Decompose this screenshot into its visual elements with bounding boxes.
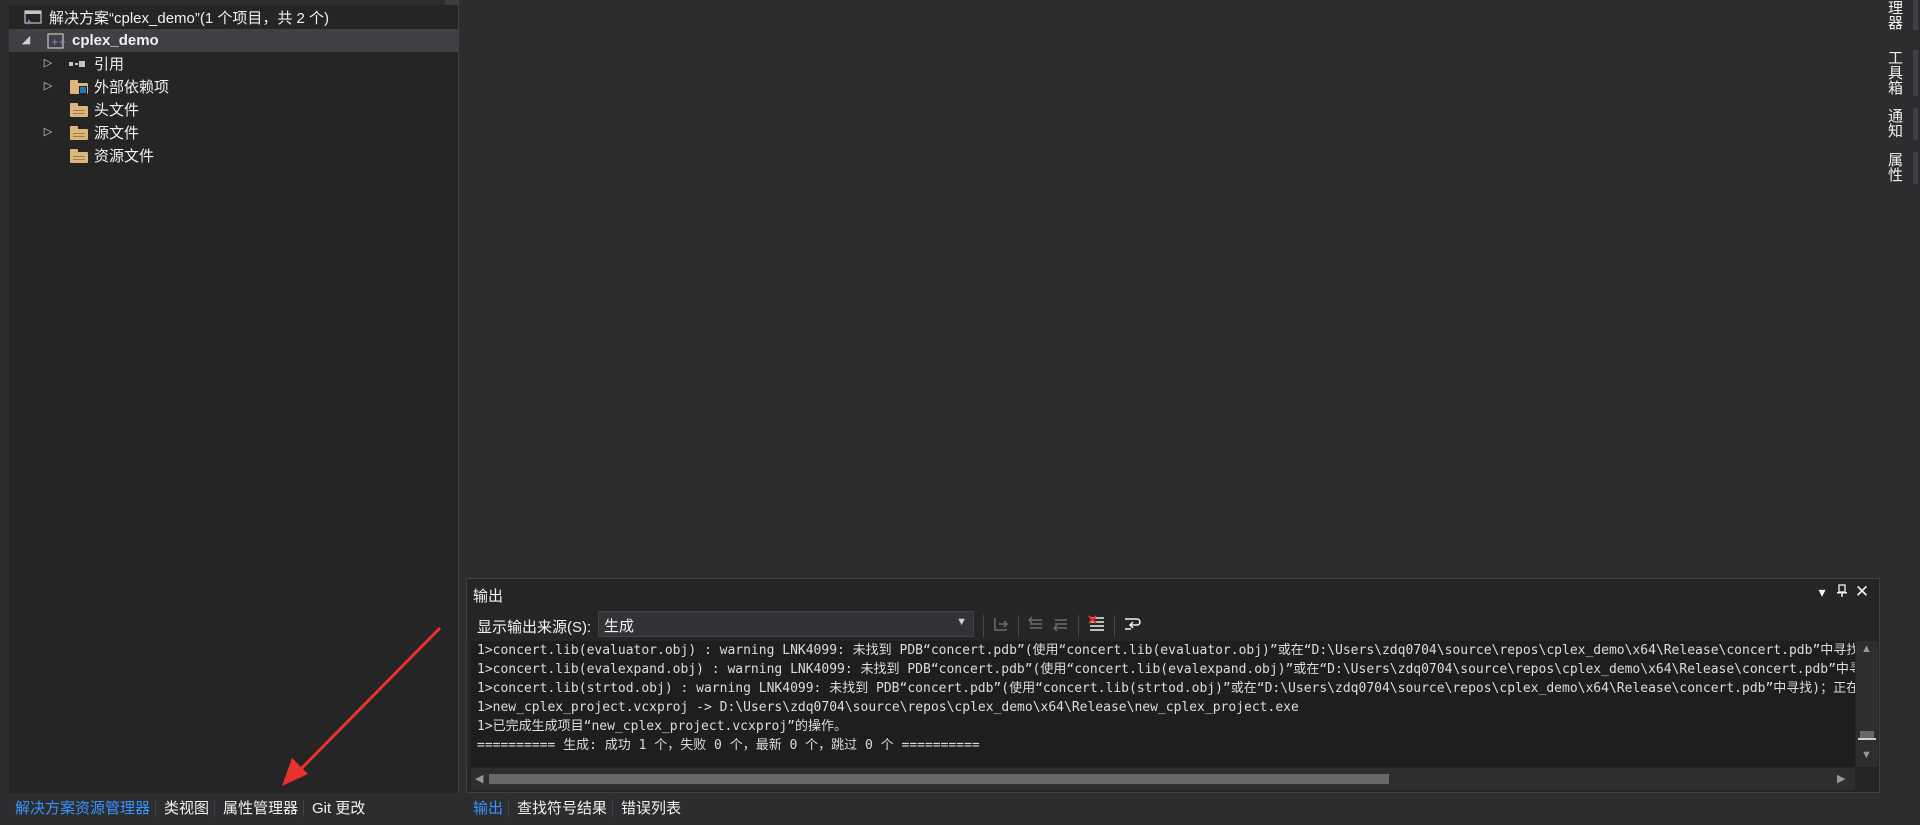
output-title: 输出 bbox=[473, 588, 504, 605]
folder-icon bbox=[70, 103, 88, 117]
tab-git-changes[interactable]: Git 更改 bbox=[312, 797, 365, 818]
cpp-project-icon: ++ bbox=[47, 33, 65, 49]
references-label: 引用 bbox=[94, 56, 125, 73]
solution-icon bbox=[24, 10, 42, 25]
output-panel: 输出 ▾ ✕ 显示输出来源(S): 生成 ▼ 1>concert.lib(eva… bbox=[466, 578, 1880, 793]
editor-empty-area bbox=[460, 0, 1880, 578]
annotation-arrow bbox=[282, 626, 442, 786]
output-horizontal-scrollbar[interactable]: ◀ ▶ bbox=[471, 768, 1855, 790]
tab-error-list[interactable]: 错误列表 bbox=[621, 797, 681, 818]
scroll-right-icon[interactable]: ▶ bbox=[1837, 772, 1845, 785]
references-icon bbox=[69, 61, 85, 67]
tab-divider bbox=[303, 799, 304, 817]
tab-divider bbox=[155, 799, 156, 817]
output-source-value: 生成 bbox=[604, 618, 635, 635]
expand-arrow-icon[interactable]: ▷ bbox=[41, 125, 55, 139]
next-message-icon[interactable] bbox=[1051, 614, 1071, 634]
output-title-bar: 输出 ▾ ✕ bbox=[467, 579, 1879, 609]
output-line: 1>concert.lib(evalexpand.obj) : warning … bbox=[477, 662, 1855, 677]
folder-icon bbox=[70, 126, 88, 140]
toolbar-separator bbox=[1018, 615, 1019, 637]
svg-text:++: ++ bbox=[51, 38, 65, 48]
vtab-marker bbox=[1913, 108, 1918, 140]
collapse-arrow-icon[interactable]: ◢ bbox=[19, 33, 33, 47]
tab-divider bbox=[214, 799, 215, 817]
tree-item-resource-files[interactable]: 资源文件 bbox=[9, 144, 459, 167]
output-source-select[interactable]: 生成 ▼ bbox=[598, 611, 974, 637]
output-text-area[interactable]: 1>concert.lib(evaluator.obj) : warning L… bbox=[471, 641, 1855, 767]
vtab-explorer[interactable]: 资源管理器 bbox=[1884, 0, 1904, 35]
vtab-marker bbox=[1913, 152, 1918, 184]
output-line: 1>concert.lib(evaluator.obj) : warning L… bbox=[477, 643, 1855, 658]
scroll-thumb[interactable] bbox=[489, 774, 1389, 784]
toolbar-separator bbox=[1078, 615, 1079, 637]
scroll-left-icon[interactable]: ◀ bbox=[475, 772, 483, 785]
dropdown-menu-icon[interactable]: ▾ bbox=[1813, 584, 1831, 601]
tab-divider bbox=[508, 799, 509, 817]
solution-label: 解决方案“cplex_demo”(1 个项目，共 2 个) bbox=[49, 10, 330, 27]
tree-item-source-files[interactable]: ▷ 源文件 bbox=[9, 121, 459, 144]
external-deps-label: 外部依赖项 bbox=[94, 79, 170, 96]
expand-arrow-icon[interactable]: ▷ bbox=[41, 56, 55, 70]
pin-icon[interactable] bbox=[1833, 584, 1851, 601]
tab-find-symbol-results[interactable]: 查找符号结果 bbox=[517, 797, 607, 818]
toolbar-separator bbox=[1114, 615, 1115, 637]
tab-output[interactable]: 输出 bbox=[473, 797, 503, 818]
tab-divider bbox=[612, 799, 613, 817]
tab-property-manager[interactable]: 属性管理器 bbox=[223, 797, 298, 818]
expand-arrow-icon[interactable]: ▷ bbox=[41, 79, 55, 93]
scroll-position-marker bbox=[1858, 738, 1876, 740]
tree-item-references[interactable]: ▷ 引用 bbox=[9, 52, 459, 75]
vtab-properties[interactable]: 属性 bbox=[1884, 152, 1904, 184]
output-line: ========== 生成: 成功 1 个，失败 0 个，最新 0 个，跳过 0… bbox=[477, 738, 980, 753]
show-output-from-label: 显示输出来源(S): bbox=[477, 619, 592, 636]
tree-item-header-files[interactable]: 头文件 bbox=[9, 98, 459, 121]
left-edge-strip bbox=[0, 0, 9, 825]
close-icon[interactable]: ✕ bbox=[1853, 582, 1871, 602]
chevron-down-icon: ▼ bbox=[956, 616, 967, 628]
tree-item-project[interactable]: ◢ ++ cplex_demo bbox=[9, 29, 459, 52]
resource-files-label: 资源文件 bbox=[94, 148, 155, 165]
folder-icon bbox=[70, 149, 88, 163]
vtab-marker bbox=[1913, 50, 1918, 96]
toolbar-separator bbox=[983, 615, 984, 637]
header-files-label: 头文件 bbox=[94, 102, 140, 119]
tab-class-view[interactable]: 类视图 bbox=[164, 797, 209, 818]
source-files-label: 源文件 bbox=[94, 125, 140, 142]
vtab-marker bbox=[1913, 0, 1918, 30]
tab-solution-explorer[interactable]: 解决方案资源管理器 bbox=[15, 797, 150, 818]
vtab-notifications[interactable]: 通知 bbox=[1884, 108, 1904, 140]
external-deps-icon bbox=[70, 80, 88, 94]
previous-message-icon[interactable] bbox=[1026, 614, 1046, 634]
output-vertical-scrollbar[interactable]: ▲ ▼ bbox=[1856, 641, 1878, 767]
word-wrap-toggle-icon[interactable] bbox=[1122, 614, 1142, 634]
scroll-up-icon[interactable]: ▲ bbox=[1861, 643, 1872, 655]
tree-item-external-deps[interactable]: ▷ 外部依赖项 bbox=[9, 75, 459, 98]
go-to-message-icon[interactable] bbox=[991, 614, 1011, 634]
solution-explorer-top-scroll bbox=[9, 0, 459, 5]
clear-all-icon[interactable] bbox=[1087, 614, 1107, 634]
project-label: cplex_demo bbox=[72, 32, 159, 49]
scroll-down-icon[interactable]: ▼ bbox=[1861, 749, 1872, 761]
tree-item-solution[interactable]: 解决方案“cplex_demo”(1 个项目，共 2 个) bbox=[9, 6, 459, 29]
output-line: 1>new_cplex_project.vcxproj -> D:\Users\… bbox=[477, 700, 1299, 715]
output-line: 1>已完成生成项目“new_cplex_project.vcxproj”的操作。 bbox=[477, 719, 847, 734]
output-line: 1>concert.lib(strtod.obj) : warning LNK4… bbox=[477, 681, 1855, 696]
vtab-toolbox[interactable]: 工具箱 bbox=[1884, 50, 1904, 96]
